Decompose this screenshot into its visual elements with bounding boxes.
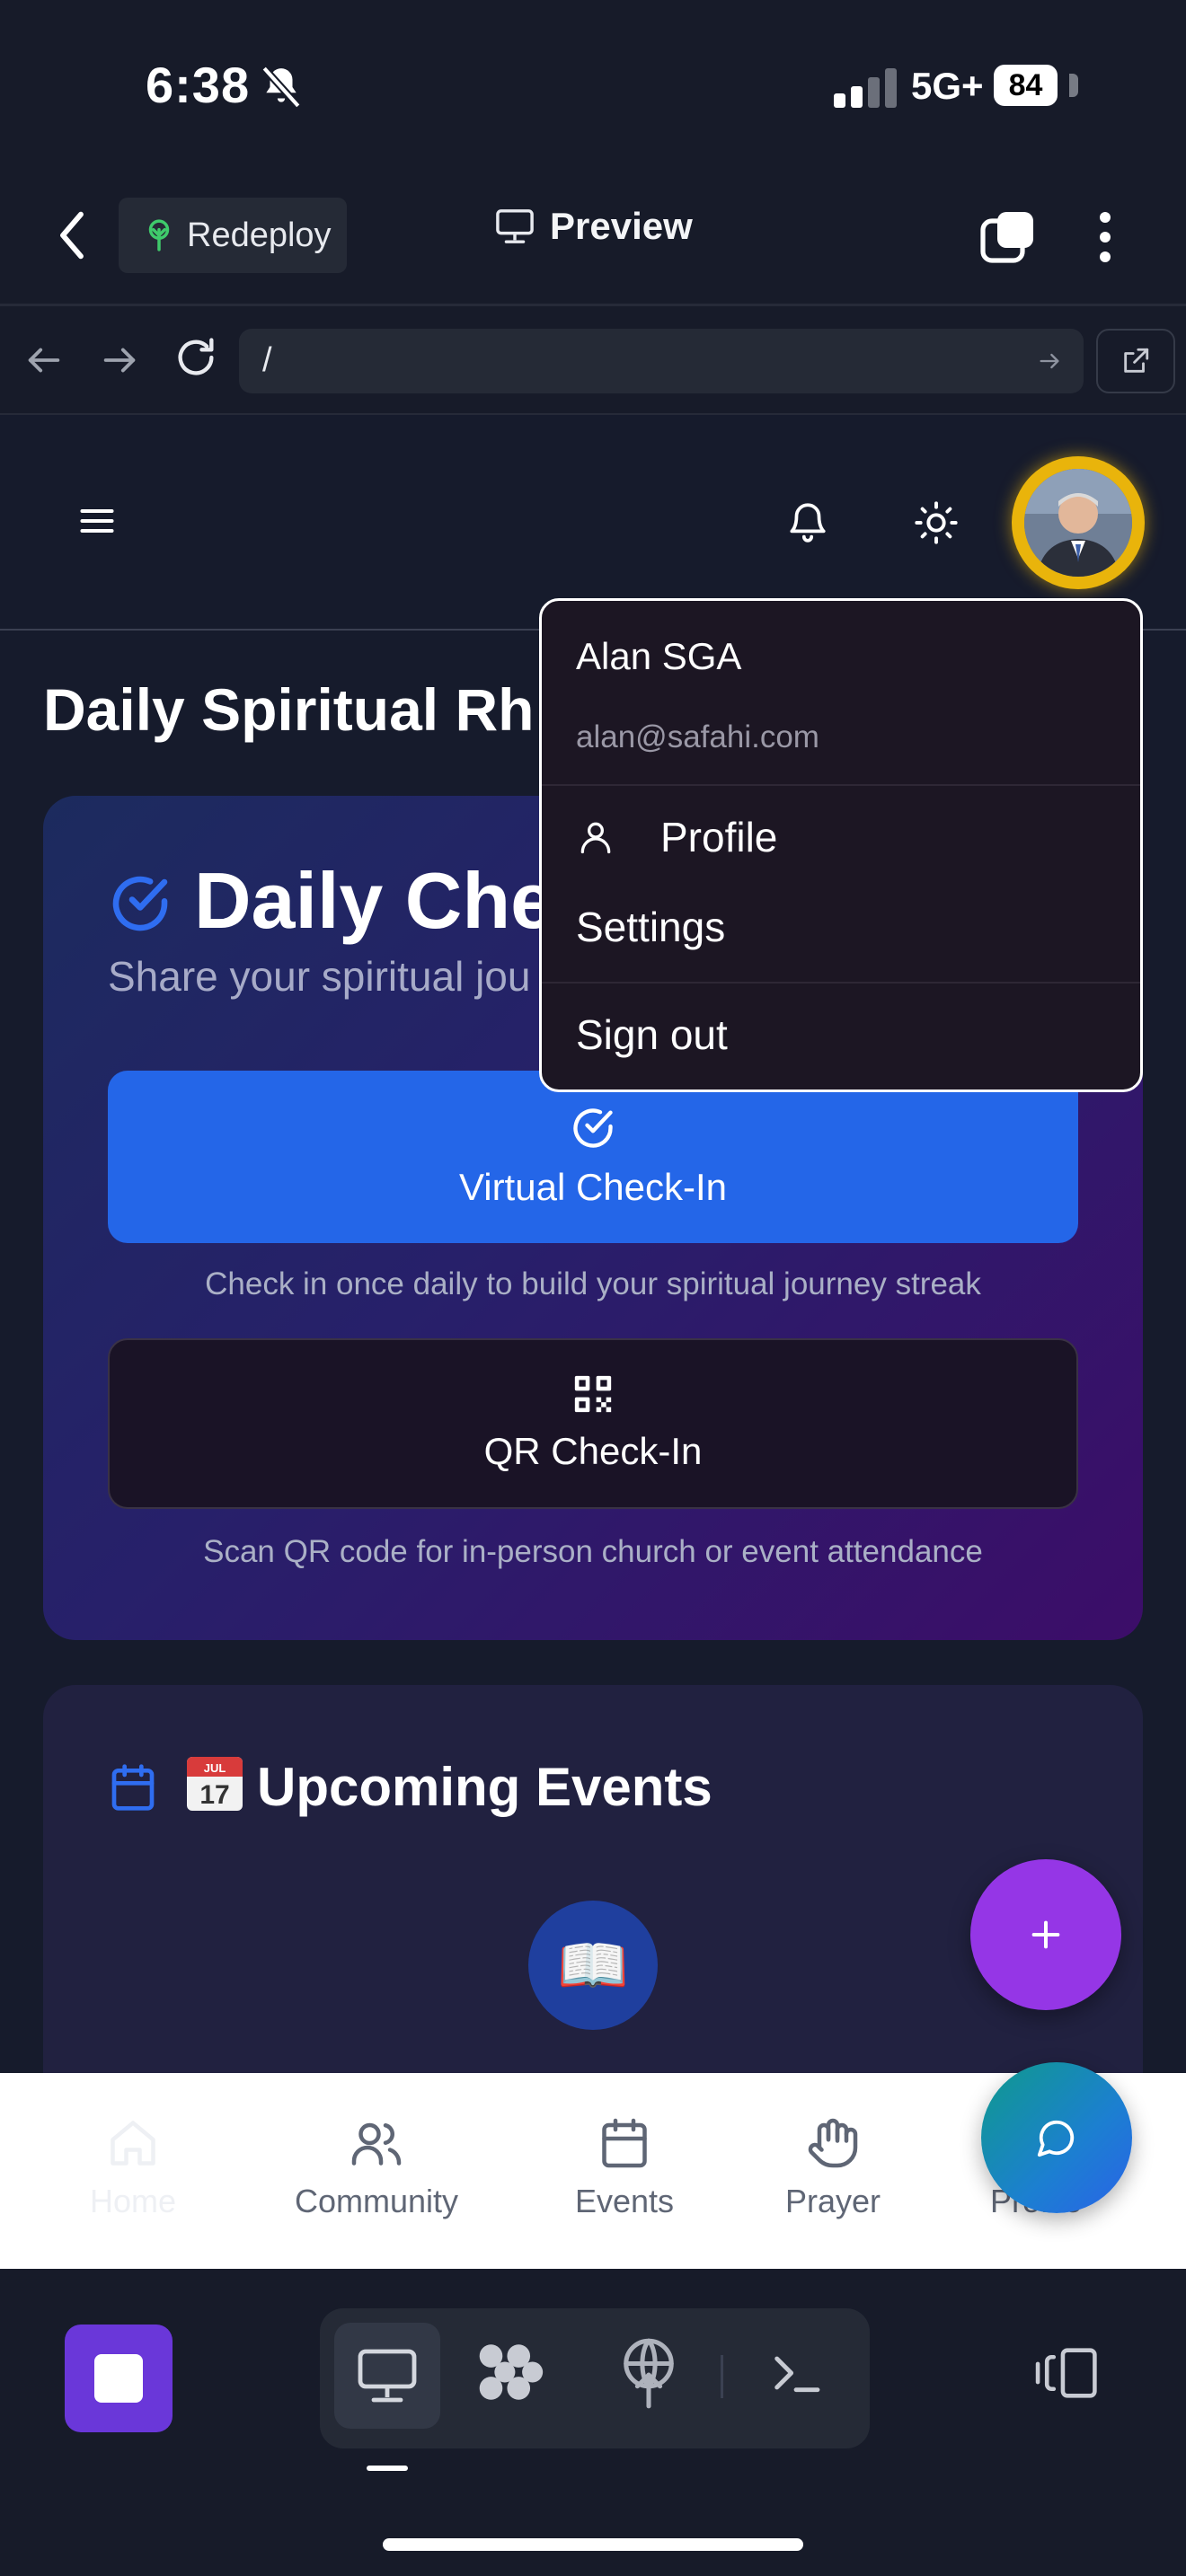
deploy-icon[interactable] <box>615 2335 683 2409</box>
menu-item-profile[interactable]: Profile <box>576 813 777 861</box>
profile-dropdown-menu: Alan SGA alan@safahi.com Profile Setting… <box>539 598 1143 1092</box>
stop-button[interactable] <box>65 2325 173 2432</box>
monitor-icon <box>355 2346 420 2405</box>
calendar-icon <box>108 1762 158 1813</box>
menu-divider <box>542 784 1140 786</box>
bell-icon[interactable] <box>785 499 830 544</box>
url-input[interactable]: / <box>239 329 1084 393</box>
menu-user-name: Alan SGA <box>576 635 742 677</box>
virtual-checkin-hint: Check in once daily to build your spirit… <box>205 1266 981 1301</box>
more-options-icon[interactable] <box>1087 208 1123 266</box>
add-button[interactable] <box>970 1859 1121 2010</box>
events-title-text: Upcoming Events <box>257 1757 712 1817</box>
nav-item-home[interactable]: Home <box>90 2116 176 2220</box>
battery-level: 84 <box>994 65 1058 106</box>
status-time: 6:38 <box>146 57 251 113</box>
home-indicator <box>383 2538 803 2551</box>
chat-button[interactable] <box>981 2062 1132 2213</box>
hand-icon <box>808 2118 858 2168</box>
page-title: Daily Spiritual Rh <box>43 676 535 743</box>
menu-user-email: alan@safahi.com <box>576 719 819 754</box>
checkin-subtitle: Share your spiritual jou <box>108 953 531 1000</box>
tabs-icon[interactable] <box>979 208 1037 266</box>
plus-icon <box>1028 1917 1064 1953</box>
nav-forward-arrow-icon[interactable] <box>99 340 140 381</box>
calendar-date-emoji-icon: JUL 17 <box>185 1753 244 1813</box>
monitor-icon <box>494 207 535 245</box>
nav-back-arrow-icon[interactable] <box>23 340 65 381</box>
virtual-checkin-button[interactable]: Virtual Check-In <box>108 1071 1078 1243</box>
signal-icon <box>834 66 898 108</box>
nav-label-home: Home <box>90 2183 177 2219</box>
menu-item-profile-label: Profile <box>660 814 778 860</box>
home-icon <box>111 2121 155 2166</box>
split-view-icon[interactable] <box>1033 2344 1102 2402</box>
hamburger-menu-icon[interactable] <box>77 501 117 541</box>
bell-off-icon <box>259 65 304 110</box>
workspace-apps-icon[interactable] <box>473 2335 546 2409</box>
nav-label-events: Events <box>575 2183 675 2219</box>
nav-label-prayer: Prayer <box>785 2183 881 2219</box>
user-icon <box>576 817 615 857</box>
checkin-title: Daily Chec <box>194 856 598 945</box>
external-link-icon <box>1120 346 1151 376</box>
menu-item-sign-out[interactable]: Sign out <box>576 1010 728 1059</box>
qr-checkin-label: QR Check-In <box>483 1430 703 1472</box>
reload-icon[interactable] <box>173 334 219 381</box>
back-button[interactable] <box>54 208 99 262</box>
stop-icon <box>94 2354 143 2403</box>
check-circle-icon <box>570 1105 616 1151</box>
menu-item-settings[interactable]: Settings <box>576 903 725 951</box>
open-external-button[interactable] <box>1096 329 1175 393</box>
qr-code-icon <box>573 1374 613 1414</box>
users-icon <box>351 2122 402 2166</box>
chat-bubble-icon <box>1036 2117 1077 2158</box>
sun-icon[interactable] <box>913 499 960 546</box>
desktop-view-button[interactable] <box>334 2323 440 2429</box>
avatar[interactable] <box>1012 456 1145 589</box>
svg-text:17: 17 <box>199 1780 229 1810</box>
qr-checkin-hint: Scan QR code for in-person church or eve… <box>203 1534 983 1569</box>
redeploy-label: Redeploy <box>187 216 332 254</box>
battery-icon: 84 <box>994 65 1078 106</box>
svg-text:JUL: JUL <box>204 1761 226 1775</box>
nav-item-prayer[interactable]: Prayer <box>785 2116 881 2220</box>
calendar-icon <box>602 2118 647 2168</box>
divider <box>721 2355 723 2398</box>
virtual-checkin-label: Virtual Check-In <box>458 1166 728 1208</box>
deploy-tree-icon <box>142 218 176 252</box>
preview-label: Preview <box>550 205 693 247</box>
check-circle-icon <box>108 871 173 936</box>
nav-item-events[interactable]: Events <box>575 2116 674 2220</box>
divider <box>0 304 1186 306</box>
events-title: JUL 17 Upcoming Events <box>185 1753 712 1818</box>
redeploy-button[interactable]: Redeploy <box>119 198 347 273</box>
nav-label-community: Community <box>295 2183 459 2219</box>
terminal-icon[interactable] <box>767 2344 825 2402</box>
menu-divider <box>542 982 1140 984</box>
qr-checkin-button[interactable]: QR Check-In <box>108 1338 1078 1509</box>
go-arrow-icon[interactable] <box>1037 348 1062 374</box>
book-icon: 📖 <box>528 1901 658 2030</box>
network-label: 5G+ <box>911 65 984 107</box>
nav-item-community[interactable]: Community <box>295 2116 458 2220</box>
view-switcher <box>320 2308 870 2448</box>
preview-title: Preview <box>494 205 693 248</box>
active-view-indicator <box>367 2466 408 2471</box>
url-text: / <box>262 341 272 379</box>
avatar-photo <box>1024 469 1132 577</box>
